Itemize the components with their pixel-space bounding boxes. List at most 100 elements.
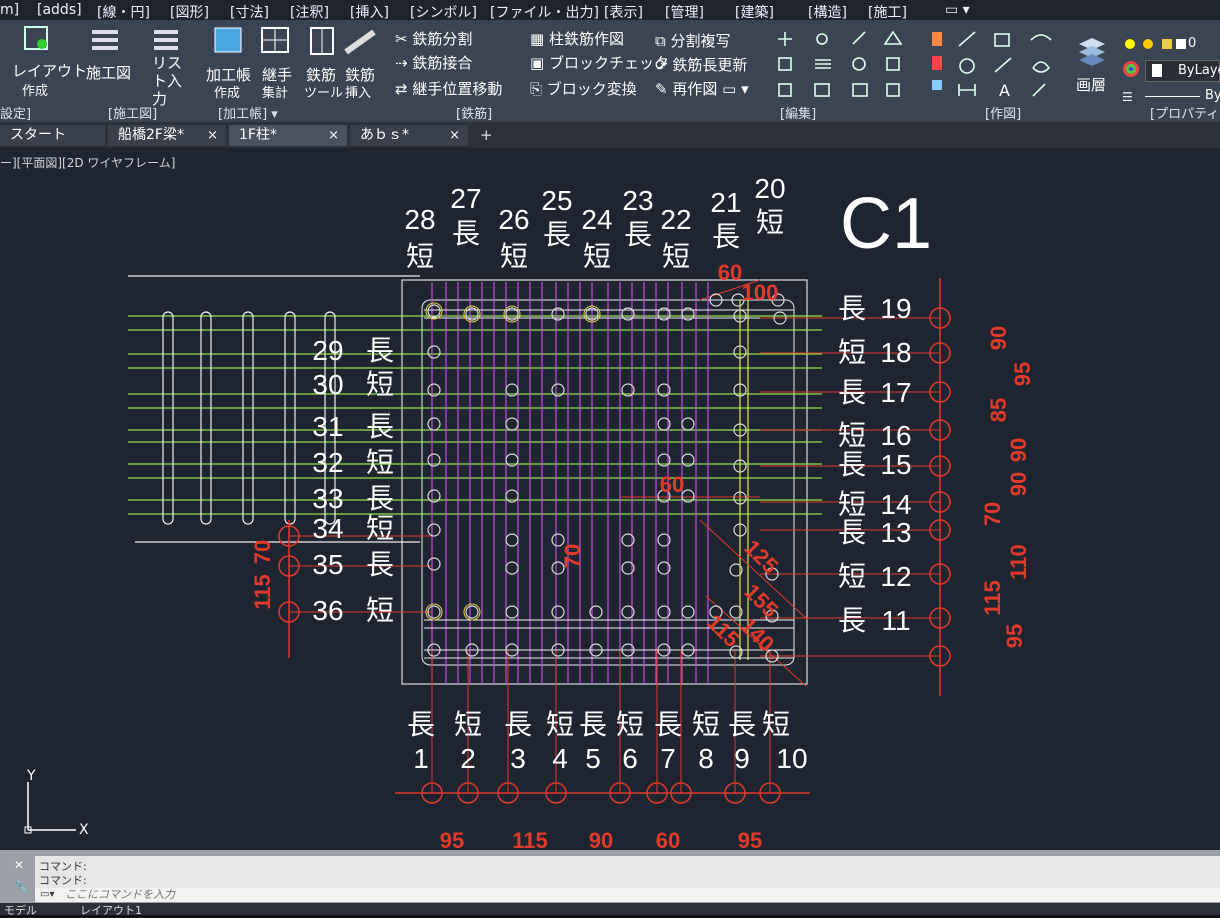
- menu-item[interactable]: [管理]: [665, 2, 704, 22]
- right-rebar-number: 17: [880, 377, 911, 408]
- column-title: C1: [840, 184, 932, 264]
- right-dim-text: 95: [1002, 624, 1027, 648]
- bottom-rebar-kind: 短: [454, 709, 482, 740]
- right-dim-text: 95: [1010, 362, 1035, 386]
- split-copy-button[interactable]: ⧉ 分割複写: [655, 30, 731, 51]
- inner-dim-text: 60: [718, 260, 742, 285]
- left-rebar-kind: 短: [366, 447, 394, 478]
- rebar-join-button[interactable]: ⇢ 鉄筋接合: [395, 52, 472, 73]
- layout-button[interactable]: レイアウト: [12, 60, 87, 81]
- layer-state-icons[interactable]: [1122, 36, 1220, 52]
- command-prompt-icon[interactable]: ▭▾: [40, 889, 54, 900]
- close-icon[interactable]: ×: [207, 125, 218, 146]
- group-label-process: [加工帳] ▾: [218, 107, 278, 122]
- menu-item[interactable]: [ファイル・出力]: [490, 2, 599, 22]
- drawing-canvas[interactable]: C1 28短27長 26短25長 24短23長 22短21長20短長 19短 18長 17短…: [0, 148, 1220, 850]
- viewport-label[interactable]: ー][平面図][2D ワイヤフレーム]: [0, 154, 175, 171]
- bottom-rebar-kind: 長: [504, 709, 532, 740]
- add-tab-icon[interactable]: +: [480, 126, 493, 144]
- right-dim-text: 90: [1006, 438, 1031, 462]
- color-wheel-icon[interactable]: [1122, 60, 1140, 78]
- right-rebar-kind: 長: [838, 605, 866, 636]
- model-tab[interactable]: モデル: [4, 902, 37, 918]
- menu-item[interactable]: [図形]: [170, 2, 209, 22]
- right-rebar-number: 19: [880, 293, 911, 324]
- menu-item[interactable]: [線・円]: [97, 2, 150, 22]
- column-draw-button[interactable]: ▦ 柱鉄筋作図: [530, 28, 624, 49]
- rebar-insert-icon[interactable]: [344, 30, 376, 54]
- right-rebar-kind: 短: [838, 561, 866, 592]
- redraw-button[interactable]: ✎ 再作図 ▭ ▾: [655, 78, 749, 99]
- dropdown-icon[interactable]: ▭ ▾: [945, 2, 970, 18]
- bottom-rebar-number: 3: [510, 743, 526, 774]
- block-check-button[interactable]: ▣ ブロックチェック: [530, 52, 669, 73]
- right-dim-text: 70: [980, 502, 1005, 526]
- file-tabs: スタート 船橋2F梁* × 1F柱* × あｂｓ* × +: [0, 122, 1220, 148]
- wrench-icon[interactable]: 🔧: [14, 880, 29, 894]
- menu-item[interactable]: [寸法]: [230, 2, 269, 22]
- layout-icon[interactable]: [22, 24, 50, 52]
- layer-button[interactable]: 画層: [1076, 74, 1106, 95]
- menu-item[interactable]: [注釈]: [290, 2, 329, 22]
- right-rebar-kind: 長: [838, 517, 866, 548]
- layer-icon[interactable]: [1077, 34, 1107, 68]
- menu-item[interactable]: [施工]: [868, 2, 907, 22]
- close-icon[interactable]: ×: [449, 125, 460, 146]
- tab-file-active[interactable]: 1F柱* ×: [229, 125, 347, 146]
- menu-item[interactable]: [構造]: [808, 2, 847, 22]
- tab-file[interactable]: 船橋2F梁* ×: [108, 125, 226, 146]
- tab-file[interactable]: あｂｓ* ×: [350, 125, 468, 146]
- block-convert-button[interactable]: ⎘ ブロック変換: [530, 78, 637, 99]
- bottom-dim-text: 115: [512, 828, 548, 850]
- left-rebar-kind: 短: [366, 513, 394, 544]
- process-sub-label: 作成: [214, 86, 241, 101]
- list-input-button[interactable]: リスト入力: [152, 54, 192, 108]
- process-book-icon[interactable]: [213, 26, 243, 54]
- edit-tools-icons[interactable]: [775, 28, 925, 100]
- right-dim-text: 110: [1006, 544, 1031, 580]
- joint-move-button[interactable]: ⇄ 継手位置移動: [395, 78, 502, 99]
- right-rebar-number: 16: [880, 420, 911, 451]
- menu-item[interactable]: m]: [0, 2, 19, 18]
- inner-dim-text: 100: [742, 280, 779, 305]
- close-icon[interactable]: ×: [328, 125, 339, 146]
- bottom-rebar-kind: 長: [579, 709, 607, 740]
- right-rebar-kind: 長: [838, 293, 866, 324]
- layout-tab[interactable]: レイアウト1: [80, 902, 142, 918]
- length-update-button[interactable]: ⟳ 鉄筋長更新: [655, 54, 747, 75]
- menu-item[interactable]: [adds]: [37, 2, 82, 18]
- menu-item[interactable]: [挿入]: [350, 2, 389, 22]
- bottom-rebar-number: 10: [776, 743, 807, 774]
- layout-sub-label: 作成: [22, 84, 49, 99]
- construction-drawing-icon[interactable]: [90, 26, 120, 54]
- menu-item[interactable]: [表示]: [604, 2, 643, 22]
- right-rebar-number: 11: [881, 605, 910, 636]
- joint-icon[interactable]: [260, 26, 290, 54]
- bylayer-select[interactable]: ByLayer: [1145, 60, 1220, 82]
- top-rebar-kind: 短: [500, 241, 528, 272]
- bottom-rebar-number: 9: [734, 743, 750, 774]
- draw-tools-icons[interactable]: A: [955, 28, 1065, 100]
- menu-item[interactable]: [シンボル]: [410, 2, 477, 22]
- rebar-split-button[interactable]: ✂ 鉄筋分割: [395, 28, 472, 49]
- edit-extra-icons[interactable]: [930, 30, 946, 100]
- bottom-rebar-kind: 短: [762, 709, 790, 740]
- construction-drawing-button[interactable]: 施工図: [86, 62, 131, 83]
- top-rebar-kind: 長: [712, 221, 740, 252]
- top-rebar-number: 21: [710, 187, 741, 218]
- command-input[interactable]: [35, 888, 1220, 902]
- list-input-icon[interactable]: [152, 26, 182, 54]
- menu-item[interactable]: [建築]: [735, 2, 774, 22]
- left-rebar-number: 29: [312, 335, 343, 366]
- tab-start[interactable]: スタート: [0, 125, 105, 146]
- linetype-bylayer[interactable]: By: [1205, 88, 1220, 103]
- top-rebar-number: 28: [404, 204, 435, 235]
- close-icon[interactable]: ✕: [14, 858, 24, 872]
- top-rebar-number: 22: [660, 204, 691, 235]
- list-icon[interactable]: ☰: [1122, 90, 1133, 104]
- bottom-rebar-number: 8: [698, 743, 714, 774]
- top-rebar-kind: 短: [662, 241, 690, 272]
- inner-dim-text: 60: [660, 472, 684, 497]
- rebar-tool-sub-label: ツール: [304, 86, 344, 101]
- rebar-tool-icon[interactable]: [307, 26, 337, 56]
